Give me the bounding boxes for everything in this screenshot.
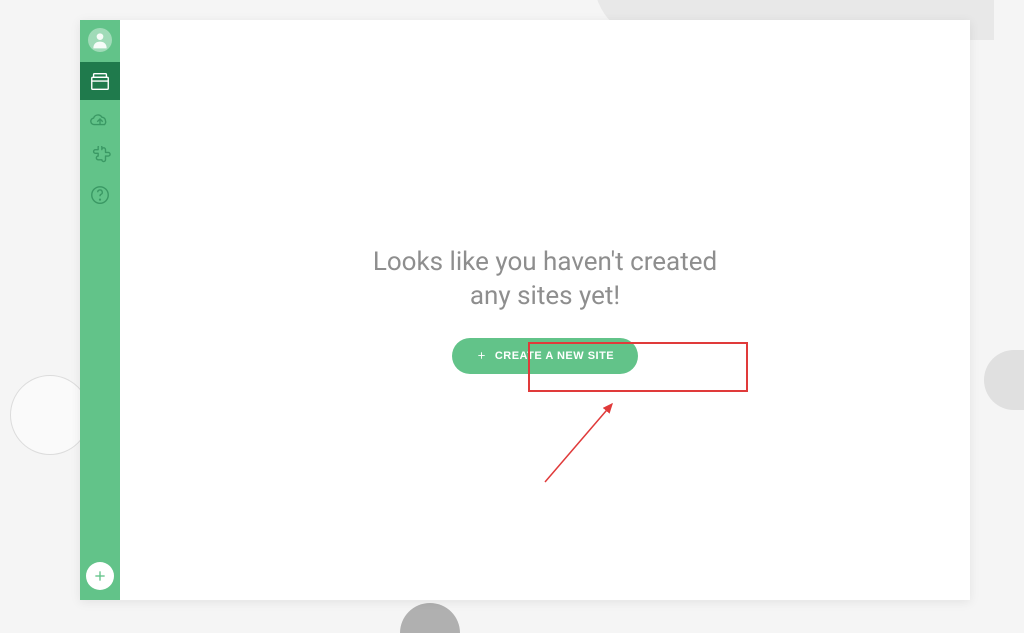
app-window: Looks like you haven't created any sites… xyxy=(80,20,970,600)
puzzle-icon xyxy=(89,146,111,168)
sidebar xyxy=(80,20,120,600)
plus-icon xyxy=(92,568,108,584)
sidebar-item-cloud[interactable] xyxy=(80,100,120,138)
empty-state-title: Looks like you haven't created any sites… xyxy=(360,246,730,314)
add-site-button[interactable] xyxy=(86,562,114,590)
plus-icon xyxy=(476,350,487,361)
main-content: Looks like you haven't created any sites… xyxy=(120,20,970,600)
sidebar-item-help[interactable] xyxy=(80,176,120,214)
bg-decoration xyxy=(400,603,460,633)
sidebar-item-addons[interactable] xyxy=(80,138,120,176)
cloud-icon xyxy=(89,108,111,130)
bg-decoration xyxy=(10,375,90,455)
create-site-button[interactable]: CREATE A NEW SITE xyxy=(452,338,638,374)
sidebar-item-sites[interactable] xyxy=(80,62,120,100)
create-site-label: CREATE A NEW SITE xyxy=(495,350,614,362)
avatar[interactable] xyxy=(88,28,112,52)
user-icon xyxy=(90,30,110,50)
sites-icon xyxy=(89,70,111,92)
annotation-arrow xyxy=(530,392,630,492)
help-icon xyxy=(89,184,111,206)
bg-decoration xyxy=(984,350,1024,410)
